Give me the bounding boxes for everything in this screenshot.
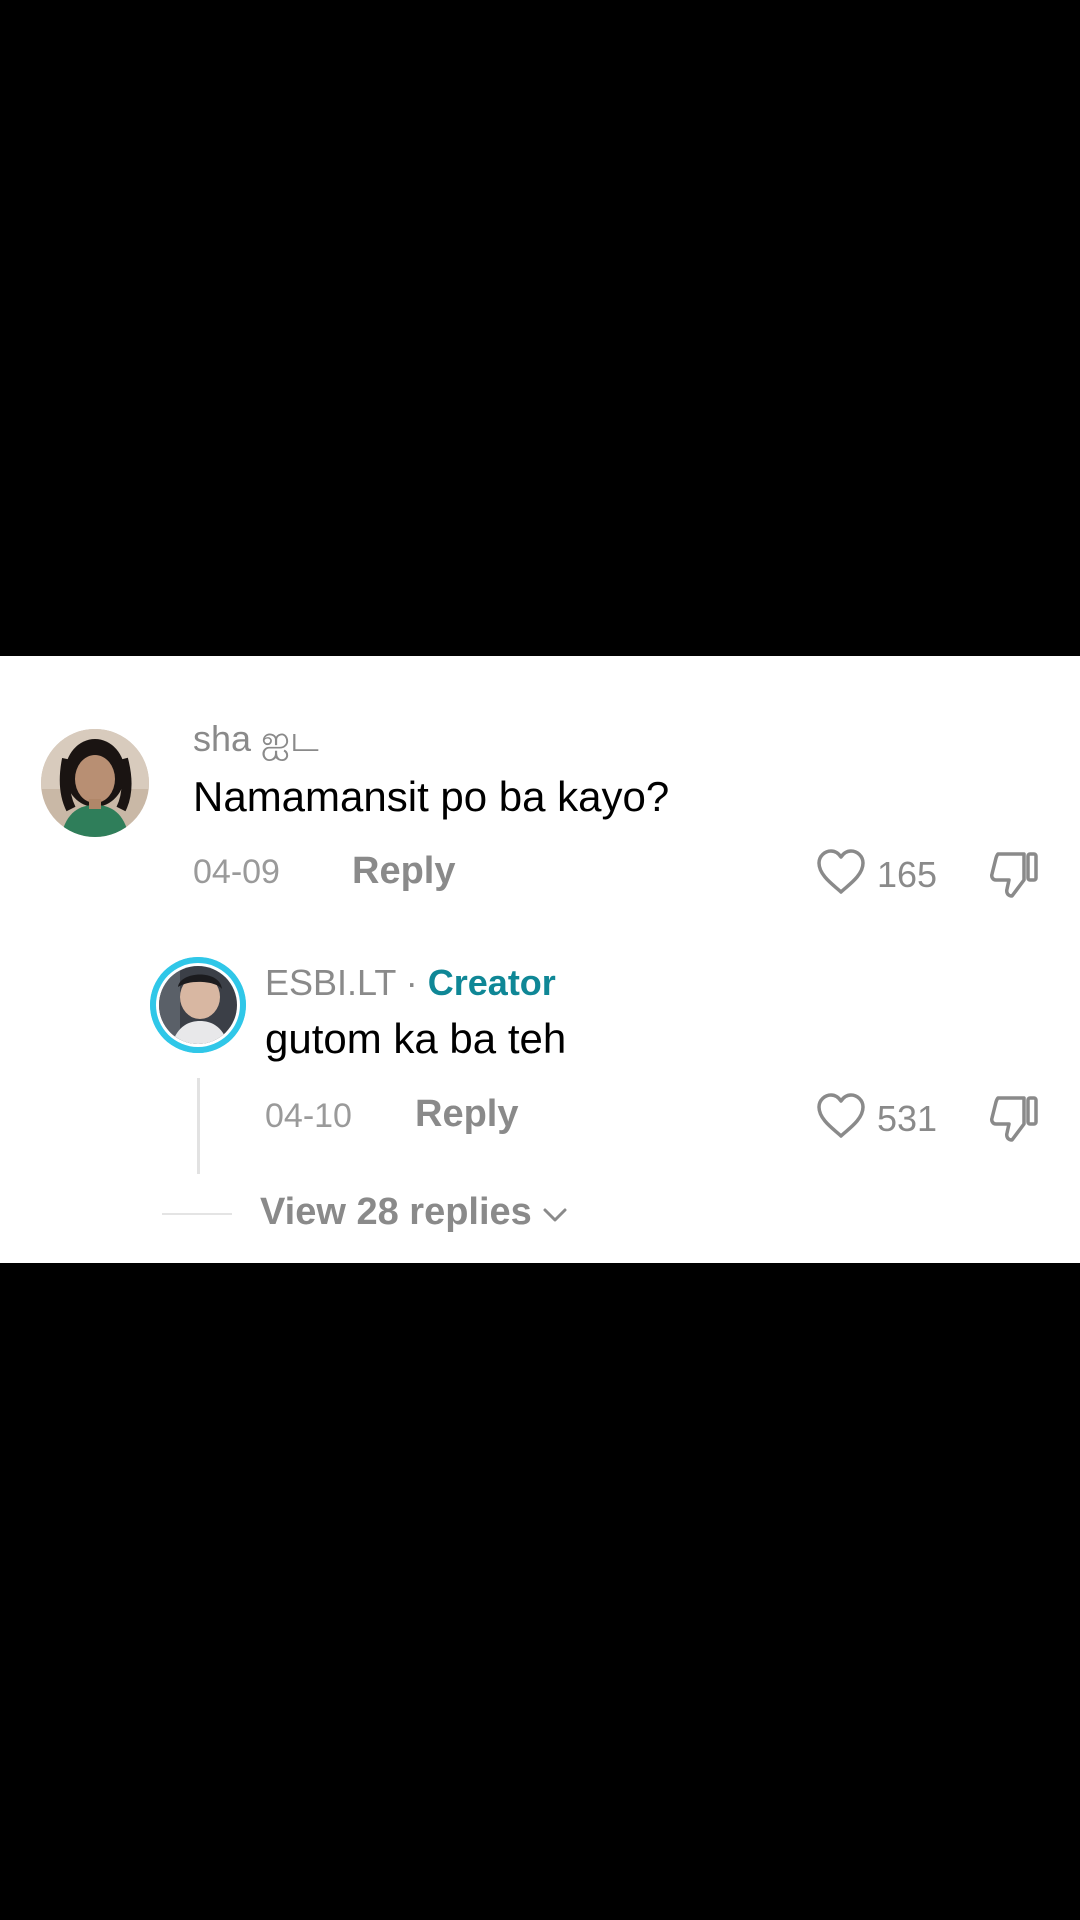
reply-reply-button[interactable]: Reply bbox=[415, 1093, 518, 1136]
comment-dislike-button[interactable] bbox=[988, 850, 1040, 905]
reply-date: 04-10 bbox=[265, 1097, 352, 1135]
view-replies-button[interactable]: View 28 replies bbox=[260, 1191, 568, 1234]
reply-dislike-button[interactable] bbox=[988, 1094, 1040, 1149]
heart-outline-icon bbox=[815, 1092, 867, 1145]
reply-text: gutom ka ba teh bbox=[265, 1015, 567, 1062]
creator-username[interactable]: ESBI.LT bbox=[265, 962, 396, 1003]
comment-text: Namamansit po ba kayo? bbox=[193, 773, 670, 820]
commenter-username[interactable]: sha ஐட bbox=[193, 718, 319, 765]
view-replies-label: View 28 replies bbox=[260, 1191, 532, 1233]
creator-avatar[interactable] bbox=[150, 957, 246, 1053]
username-separator: · bbox=[405, 962, 418, 1003]
comment-like-count: 165 bbox=[877, 853, 938, 895]
thumbs-down-icon bbox=[988, 1096, 1040, 1148]
comments-panel bbox=[0, 656, 1080, 1263]
thumbs-down-icon bbox=[988, 852, 1040, 904]
creator-username-line[interactable]: ESBI.LT · Creator bbox=[265, 962, 556, 1004]
commenter-avatar[interactable] bbox=[41, 729, 149, 837]
chevron-down-icon bbox=[532, 1191, 568, 1234]
comment-date: 04-09 bbox=[193, 853, 280, 891]
reply-like-button[interactable]: 531 bbox=[815, 1092, 937, 1145]
reply-like-count: 531 bbox=[877, 1097, 938, 1139]
heart-outline-icon bbox=[815, 848, 867, 901]
view-replies-divider bbox=[162, 1213, 232, 1215]
comment-like-button[interactable]: 165 bbox=[815, 848, 937, 901]
reply-thread-line bbox=[197, 1078, 200, 1174]
comment-reply-button[interactable]: Reply bbox=[352, 850, 455, 893]
creator-badge: Creator bbox=[427, 962, 556, 1003]
